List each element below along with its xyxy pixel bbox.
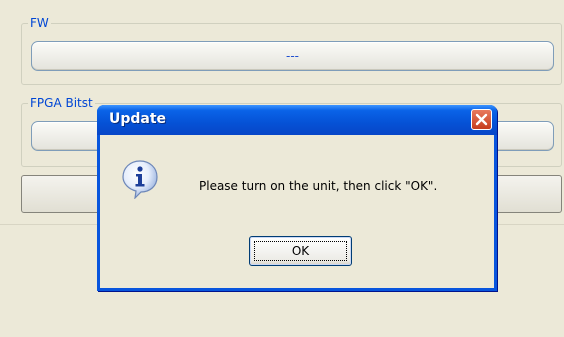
info-icon: [122, 160, 158, 199]
dialog-body: Please turn on the unit, then click "OK"…: [100, 135, 494, 288]
focus-rectangle: [254, 241, 347, 261]
fw-group-label: FW: [28, 16, 51, 30]
update-dialog: Update Please turn on the unit, then cli…: [97, 105, 497, 291]
fpga-group-label: FPGA Bitst: [28, 96, 95, 110]
close-button[interactable]: [471, 109, 492, 130]
dialog-title-bar[interactable]: Update: [97, 105, 497, 135]
ok-button[interactable]: OK: [249, 236, 352, 266]
fw-progress-text: ---: [286, 49, 299, 63]
fw-progress-field: ---: [31, 41, 554, 71]
dialog-title: Update: [109, 111, 167, 127]
dialog-message: Please turn on the unit, then click "OK"…: [199, 179, 438, 193]
close-icon: [475, 113, 488, 126]
